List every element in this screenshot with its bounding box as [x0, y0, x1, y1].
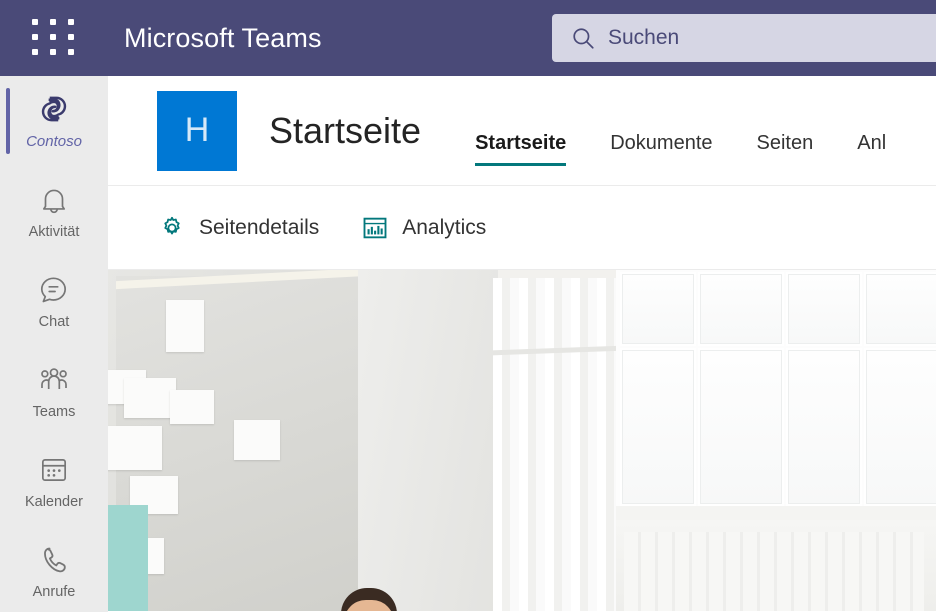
- hero-window-pane: [864, 348, 936, 506]
- people-icon: [41, 367, 67, 389]
- site-tab-list: Startseite Dokumente Seiten Anl: [475, 91, 930, 171]
- sidebar-item-label: Chat: [38, 313, 70, 330]
- hero-window-pane: [620, 272, 696, 346]
- tab-dokumente[interactable]: Dokumente: [610, 132, 712, 171]
- left-navigation-rail: Contoso Aktivität Chat Teams Kalender An…: [0, 76, 108, 612]
- sidebar-item-chat[interactable]: Chat: [0, 256, 108, 346]
- hero-paper: [108, 426, 162, 470]
- tab-startseite[interactable]: Startseite: [475, 132, 567, 171]
- sidebar-item-contoso[interactable]: Contoso: [0, 76, 108, 166]
- sidebar-item-label: Aktivität: [28, 223, 80, 240]
- page-title: Startseite: [269, 109, 422, 151]
- hero-paper: [170, 390, 214, 424]
- hero-window-pane: [698, 272, 784, 346]
- top-bar: Microsoft Teams Suchen: [0, 0, 936, 76]
- hero-window-sill: [616, 506, 936, 520]
- sidebar-item-aktivitaet[interactable]: Aktivität: [0, 166, 108, 256]
- hero-window-pane: [864, 272, 936, 346]
- hero-image: [108, 270, 936, 611]
- chat-bubble-icon: [40, 276, 67, 302]
- hero-radiator: [624, 532, 924, 611]
- sidebar-item-label: Anrufe: [32, 583, 76, 600]
- tab-anlagen[interactable]: Anl: [857, 132, 886, 171]
- search-input[interactable]: Suchen: [552, 14, 936, 62]
- hero-teal-sheet: [108, 505, 148, 611]
- site-logo-letter: H: [184, 111, 210, 149]
- site-logo-tile[interactable]: H: [157, 90, 237, 171]
- sidebar-item-label: Contoso: [26, 133, 82, 150]
- seitendetails-button[interactable]: Seitendetails: [158, 214, 319, 242]
- hero-window-pane: [786, 272, 862, 346]
- tab-seiten[interactable]: Seiten: [757, 132, 814, 171]
- bell-icon: [42, 189, 66, 213]
- sidebar-item-label: Teams: [32, 403, 76, 420]
- calendar-icon: [41, 458, 67, 481]
- hero-paper: [166, 300, 204, 352]
- app-launcher-grid-icon[interactable]: [30, 16, 78, 60]
- search-icon: [573, 28, 594, 49]
- teams-app-window: Microsoft Teams Suchen Contoso Aktivität…: [0, 0, 936, 612]
- command-bar: Seitendetails Analytics: [108, 186, 936, 270]
- phone-icon: [44, 547, 66, 572]
- hero-window-pane: [620, 348, 696, 506]
- content-area: H Startseite Startseite Dokumente Seiten…: [108, 76, 936, 612]
- sidebar-item-teams[interactable]: Teams: [0, 346, 108, 436]
- contoso-logo-icon: [41, 96, 67, 122]
- site-header: H Startseite Startseite Dokumente Seiten…: [108, 76, 936, 186]
- command-label: Analytics: [402, 215, 487, 239]
- hero-panel: [358, 270, 498, 611]
- hero-paper: [234, 420, 280, 460]
- gear-icon: [164, 216, 180, 234]
- command-label: Seitendetails: [199, 215, 320, 239]
- hero-curtain: [493, 278, 623, 611]
- sidebar-item-anrufe[interactable]: Anrufe: [0, 526, 108, 612]
- analytics-button[interactable]: Analytics: [361, 214, 486, 242]
- bar-chart-icon: [363, 217, 387, 238]
- hero-window-pane: [786, 348, 862, 506]
- hero-window-pane: [698, 348, 784, 506]
- sidebar-item-kalender[interactable]: Kalender: [0, 436, 108, 526]
- sidebar-item-label: Kalender: [24, 493, 84, 510]
- hero-paper: [124, 378, 176, 418]
- app-title: Microsoft Teams: [124, 22, 322, 53]
- search-placeholder: Suchen: [608, 26, 680, 49]
